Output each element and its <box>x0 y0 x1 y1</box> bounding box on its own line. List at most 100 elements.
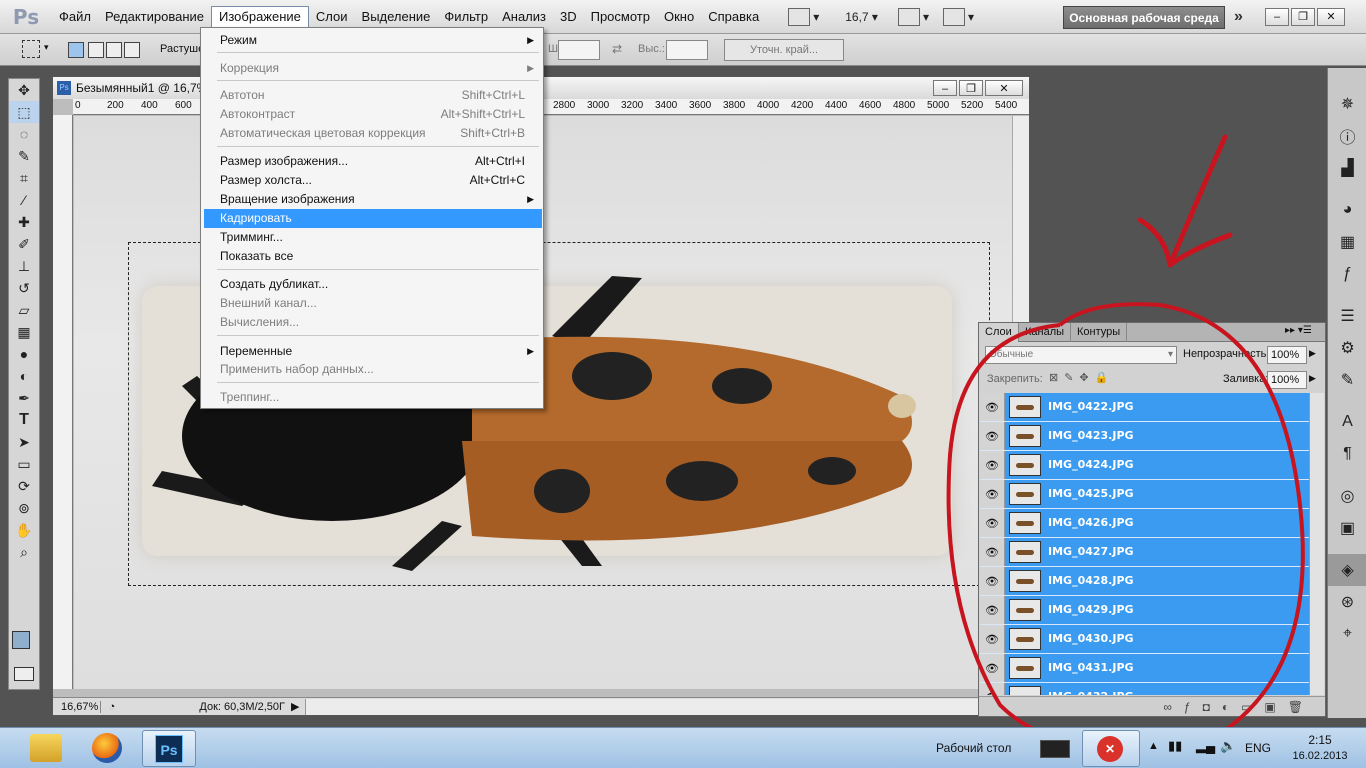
3d-orbit-icon[interactable]: ⊚ <box>9 497 39 519</box>
lasso-tool-icon[interactable]: ◌ <box>9 123 39 145</box>
hand-tool-icon[interactable]: ✋ <box>9 519 39 541</box>
menu-item-adjustments[interactable]: Коррекция ▶ <box>201 59 543 78</box>
move-tool-icon[interactable]: ✥ <box>9 79 39 101</box>
status-info-icon[interactable]: ◔ <box>101 701 123 713</box>
tab-channels[interactable]: Каналы <box>1019 323 1072 342</box>
dodge-tool-icon[interactable]: ◐ <box>9 365 39 387</box>
layer-row[interactable]: 👁 IMG_0429.JPG <box>980 596 1309 625</box>
eye-icon[interactable]: 👁 <box>980 683 1005 695</box>
tab-layers[interactable]: Слои <box>979 323 1019 342</box>
volume-icon[interactable]: 🔈 <box>1220 738 1236 754</box>
marquee-tool-icon[interactable]: ⬚ <box>9 101 39 123</box>
menu-item-mode[interactable]: Режим ▶ <box>201 31 543 50</box>
eraser-tool-icon[interactable]: ▱ <box>9 299 39 321</box>
workspace-button[interactable]: Основная рабочая среда <box>1063 6 1225 29</box>
shape-tool-icon[interactable]: ▭ <box>9 453 39 475</box>
type-tool-icon[interactable]: T <box>9 409 39 431</box>
layer-row[interactable]: 👁 IMG_0425.JPG <box>980 480 1309 509</box>
menu-help[interactable]: Справка <box>701 6 766 28</box>
layer-row[interactable]: 👁 IMG_0422.JPG <box>980 393 1309 422</box>
menu-item-auto-color[interactable]: Автоматическая цветовая коррекция Shift+C… <box>201 124 543 143</box>
layers-icon[interactable]: ◈ <box>1328 554 1366 586</box>
menu-item-trap[interactable]: Треппинг... <box>201 388 543 407</box>
pen-tool-icon[interactable]: ✒ <box>9 387 39 409</box>
width-input[interactable] <box>558 40 600 60</box>
double-chevron-icon[interactable]: » <box>1234 8 1243 26</box>
menu-image[interactable]: Изображение <box>211 5 309 28</box>
character-icon[interactable]: A <box>1328 406 1366 438</box>
history-icon[interactable]: ◎ <box>1328 480 1366 512</box>
menu-filter[interactable]: Фильтр <box>437 6 495 28</box>
foreground-color-swatch[interactable] <box>12 631 30 649</box>
menu-item-duplicate[interactable]: Создать дубликат... <box>201 275 543 294</box>
3d-rotate-icon[interactable]: ⟳ <box>9 475 39 497</box>
menu-item-image-size[interactable]: Размер изображения... Alt+Ctrl+I <box>201 152 543 171</box>
menu-item-auto-tone[interactable]: Автотон Shift+Ctrl+L <box>201 86 543 105</box>
zoom-dropdown[interactable]: 16,7 ▾ <box>845 6 878 28</box>
paths-icon[interactable]: ⌖ <box>1328 618 1366 650</box>
channels-icon[interactable]: ⊛ <box>1328 586 1366 618</box>
opacity-input[interactable]: 100% <box>1267 346 1307 364</box>
refine-edge-button[interactable]: Уточн. край... <box>724 39 844 61</box>
language-indicator[interactable]: ENG <box>1245 741 1271 755</box>
blur-tool-icon[interactable]: ● <box>9 343 39 365</box>
layer-row[interactable]: 👁 IMG_0427.JPG <box>980 538 1309 567</box>
menu-analysis[interactable]: Анализ <box>495 6 553 28</box>
layer-row[interactable]: 👁 IMG_0423.JPG <box>980 422 1309 451</box>
new-selection-icon[interactable] <box>68 42 84 58</box>
menu-edit[interactable]: Редактирование <box>98 6 211 28</box>
doc-restore-button[interactable]: ❐ <box>959 80 983 96</box>
layers-footer-icons[interactable]: ∞ƒ◘◐▭▣🗑 <box>979 696 1325 716</box>
screen-dropdown[interactable]: ▾ <box>942 6 974 28</box>
layer-row[interactable]: 👁 IMG_0426.JPG <box>980 509 1309 538</box>
actions-icon[interactable]: ▣ <box>1328 512 1366 544</box>
menu-item-trim[interactable]: Тримминг... <box>201 228 543 247</box>
gradient-tool-icon[interactable]: ▦ <box>9 321 39 343</box>
add-selection-icon[interactable] <box>88 42 104 58</box>
doc-minimize-button[interactable]: ‒ <box>933 80 957 96</box>
lock-icons[interactable]: ⊠✎✥🔒 <box>1049 371 1114 384</box>
brush-presets-icon[interactable]: ✎ <box>1328 364 1366 396</box>
layer-row[interactable]: 👁 IMG_0431.JPG <box>980 654 1309 683</box>
chevron-down-icon[interactable]: ▾ <box>44 42 49 53</box>
menu-item-calculations[interactable]: Вычисления... <box>201 313 543 332</box>
menu-window[interactable]: Окно <box>657 6 701 28</box>
screen-mode-dropdown[interactable]: ▾ <box>788 6 819 28</box>
layers-scrollbar[interactable] <box>1309 393 1324 695</box>
app-taskbar-button[interactable]: ✕ <box>1082 730 1140 767</box>
color-icon[interactable]: ◕ <box>1328 194 1366 226</box>
height-input[interactable] <box>666 40 708 60</box>
masks-icon[interactable]: ⚙ <box>1328 332 1366 364</box>
blend-mode-select[interactable]: Обычные ▾ <box>985 346 1177 364</box>
menu-item-apply-data-set[interactable]: Применить набор данных... <box>201 360 543 379</box>
close-button[interactable]: ✕ <box>1317 8 1345 26</box>
panel-menu-icon[interactable]: ▸▸ ▾☰ <box>1285 325 1312 336</box>
marquee-preset-icon[interactable] <box>22 40 40 58</box>
menu-layers[interactable]: Слои <box>309 6 355 28</box>
restore-button[interactable]: ❐ <box>1291 8 1315 26</box>
stamp-tool-icon[interactable]: ⊥ <box>9 255 39 277</box>
menu-item-apply-image[interactable]: Внешний канал... <box>201 294 543 313</box>
tray-arrow-icon[interactable]: ▲ <box>1148 740 1159 752</box>
signal-icon[interactable]: ▂▄ <box>1196 738 1215 754</box>
clock-time[interactable]: 2:15 <box>1300 733 1340 747</box>
paragraph-icon[interactable]: ¶ <box>1328 438 1366 470</box>
menu-item-canvas-size[interactable]: Размер холста... Alt+Ctrl+C <box>201 171 543 190</box>
navigator-icon[interactable]: ✵ <box>1328 88 1366 120</box>
histogram-icon[interactable]: ▟ <box>1328 152 1366 184</box>
photoshop-taskbar-button[interactable]: Ps <box>142 730 196 767</box>
layer-row[interactable]: 👁 IMG_0432.JPG <box>980 683 1309 695</box>
clock-date[interactable]: 16.02.2013 <box>1290 750 1350 762</box>
doc-close-button[interactable]: ✕ <box>985 80 1023 96</box>
menu-file[interactable]: Файл <box>52 6 98 28</box>
status-arrow-icon[interactable]: ▶ <box>291 700 305 713</box>
crop-tool-icon[interactable]: ⌗ <box>9 167 39 189</box>
fill-input[interactable]: 100% <box>1267 371 1307 389</box>
menu-3d[interactable]: 3D <box>553 6 584 28</box>
styles-icon[interactable]: ƒ <box>1328 258 1366 290</box>
explorer-icon[interactable] <box>30 734 62 762</box>
path-select-icon[interactable]: ➤ <box>9 431 39 453</box>
tab-paths[interactable]: Контуры <box>1071 323 1128 342</box>
minimize-button[interactable]: ‒ <box>1265 8 1289 26</box>
brush-tool-icon[interactable]: ✐ <box>9 233 39 255</box>
